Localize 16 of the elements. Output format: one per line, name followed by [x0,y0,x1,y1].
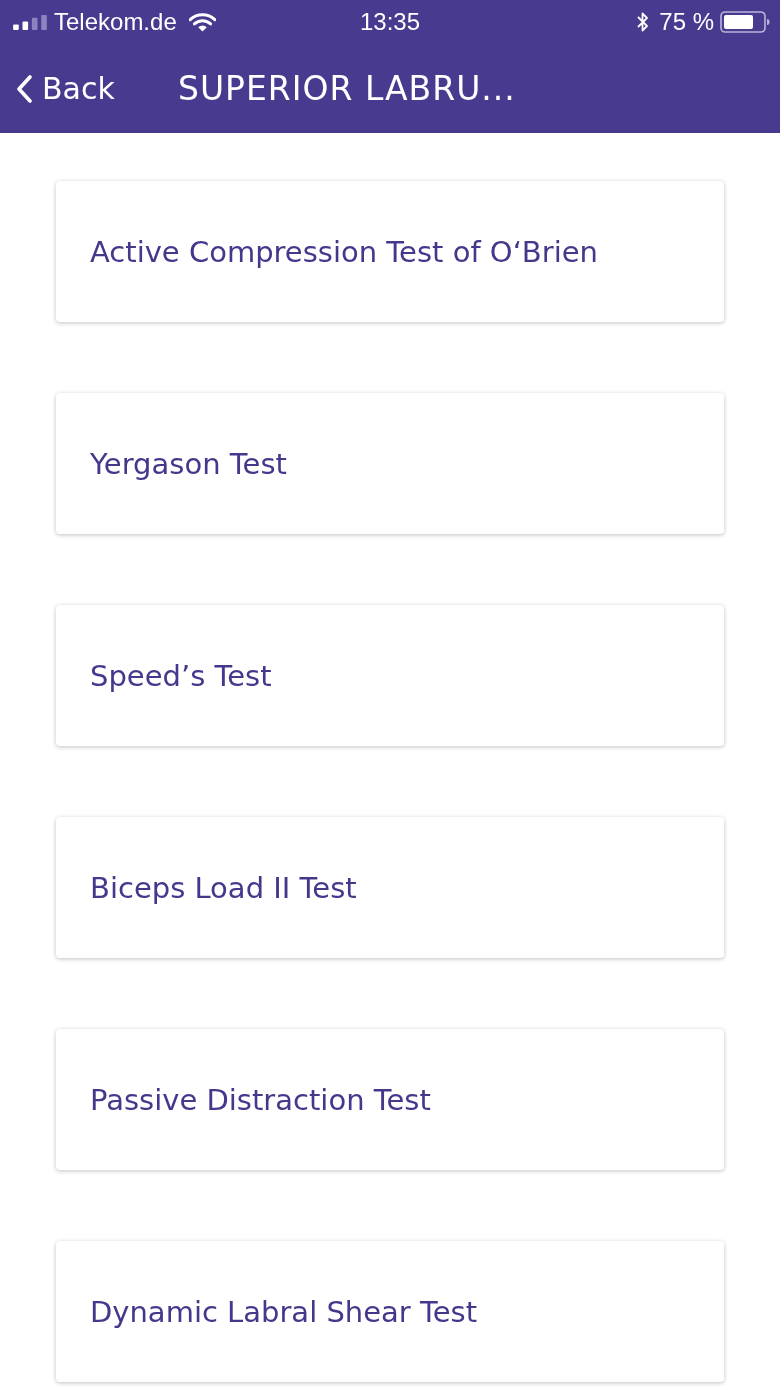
test-list-item[interactable]: Active Compression Test of O‘Brien [56,181,724,322]
battery-percent: 75 % [659,8,714,36]
test-list-item[interactable]: Speed’s Test [56,605,724,746]
signal-icon [13,14,47,30]
carrier-name: Telekom.de [54,8,177,36]
wifi-icon [188,12,216,32]
chevron-left-icon [16,74,32,103]
bluetooth-icon [637,11,650,33]
test-list-item[interactable]: Passive Distraction Test [56,1029,724,1170]
test-list-item[interactable]: Dynamic Labral Shear Test [56,1241,724,1382]
battery-icon [720,11,770,33]
screen-title: SUPERIOR LABRU... [178,69,516,108]
status-time: 13:35 [359,8,421,36]
test-list-item[interactable]: Biceps Load II Test [56,817,724,958]
back-button[interactable]: Back [16,71,178,106]
test-list-item[interactable]: Yergason Test [56,393,724,534]
